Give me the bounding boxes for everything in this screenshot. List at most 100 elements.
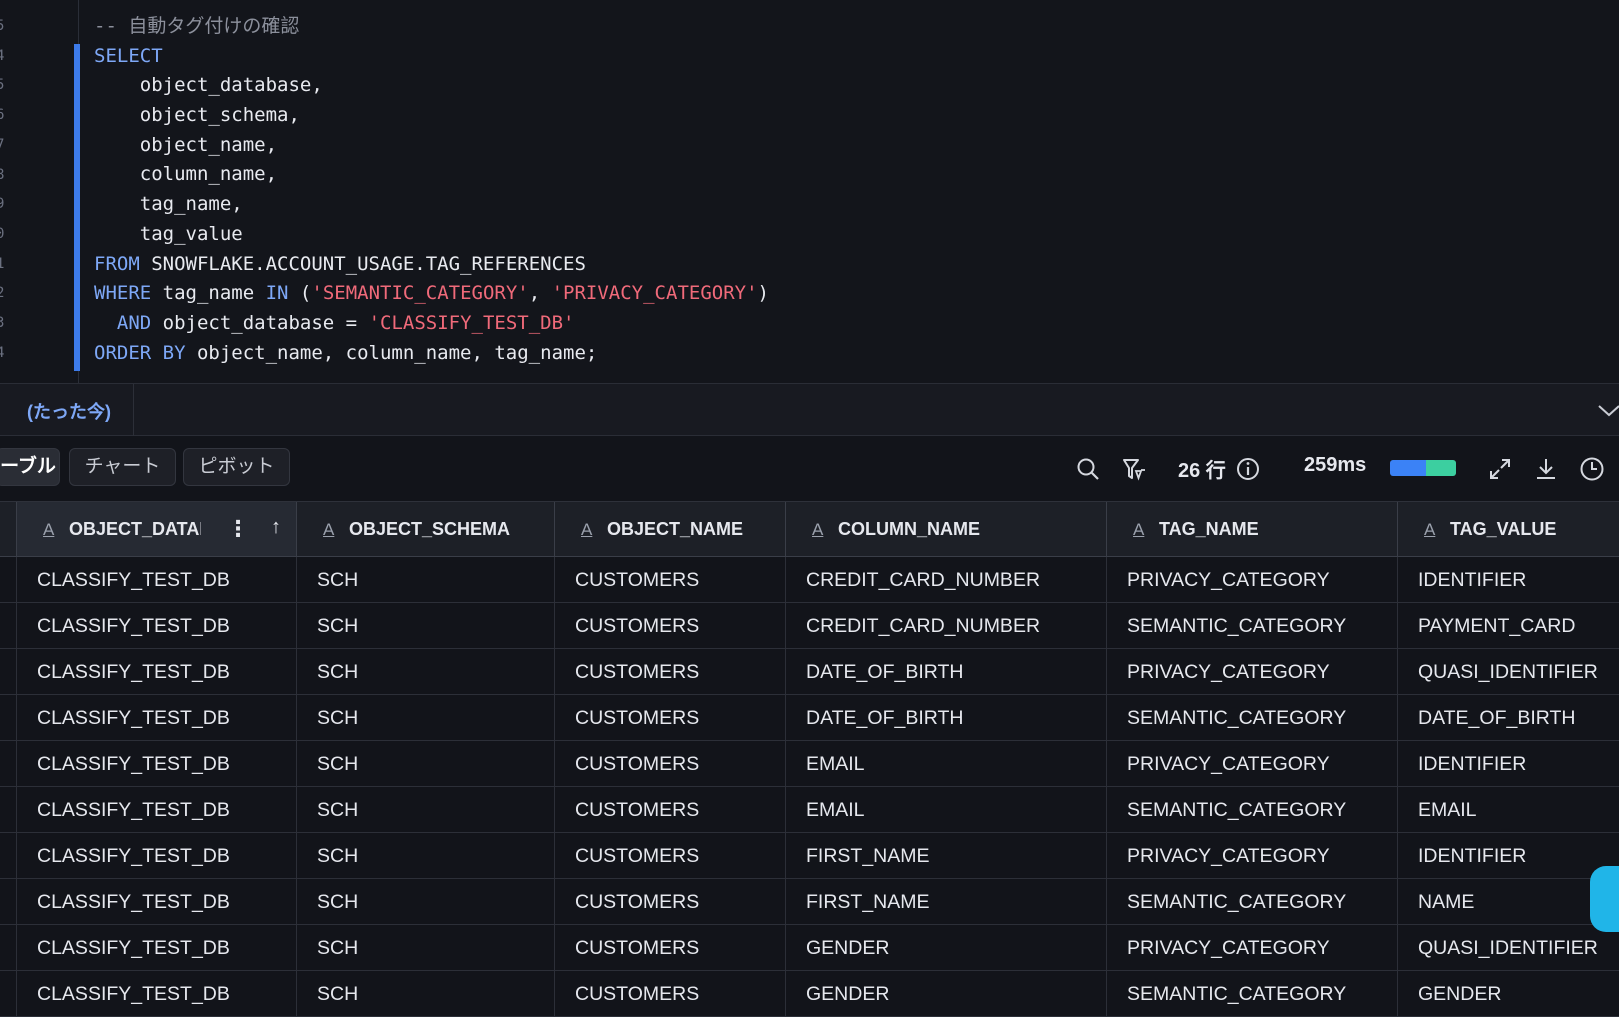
table-row[interactable]: CLASSIFY_TEST_DB SCH CUSTOMERS FIRST_NAME PR…: [0, 833, 1619, 879]
table-cell[interactable]: CLASSIFY_TEST_DB: [17, 833, 297, 879]
table-cell[interactable]: CLASSIFY_TEST_DB: [17, 603, 297, 649]
table-row[interactable]: CLASSIFY_TEST_DB SCH CUSTOMERS CREDIT_CARD_…: [0, 603, 1619, 649]
table-cell[interactable]: PRIVACY_CATEGORY: [1107, 833, 1398, 879]
search-icon[interactable]: [1075, 456, 1101, 482]
table-cell[interactable]: CUSTOMERS: [555, 649, 786, 695]
table-cell[interactable]: GENDER: [786, 971, 1107, 1017]
table-cell[interactable]: SEMANTIC_CATEGORY: [1107, 971, 1398, 1017]
table-row[interactable]: CLASSIFY_TEST_DB SCH CUSTOMERS EMAIL PRIVACY…: [0, 741, 1619, 787]
table-row[interactable]: CLASSIFY_TEST_DB SCH CUSTOMERS CREDIT_CARD_…: [0, 557, 1619, 603]
sql-text: object_database =: [151, 311, 369, 334]
table-cell[interactable]: SCH: [297, 695, 555, 741]
assistant-fab-button[interactable]: [1590, 866, 1619, 932]
history-tab-label: (たった今): [27, 402, 111, 422]
table-cell[interactable]: EMAIL: [786, 741, 1107, 787]
table-cell[interactable]: QUASI_IDENTIFIER: [1398, 649, 1619, 695]
table-cell[interactable]: GENDER: [786, 925, 1107, 971]
table-cell[interactable]: CLASSIFY_TEST_DB: [17, 695, 297, 741]
tab-chart-label: チャート: [84, 456, 161, 477]
table-cell[interactable]: PRIVACY_CATEGORY: [1107, 557, 1398, 603]
table-cell[interactable]: CLASSIFY_TEST_DB: [17, 879, 297, 925]
table-cell[interactable]: CLASSIFY_TEST_DB: [17, 741, 297, 787]
table-cell[interactable]: SCH: [297, 833, 555, 879]
table-cell[interactable]: PRIVACY_CATEGORY: [1107, 649, 1398, 695]
table-cell[interactable]: DATE_OF_BIRTH: [786, 649, 1107, 695]
tab-pivot[interactable]: ピボット: [183, 448, 290, 486]
tab-chart[interactable]: チャート: [69, 448, 176, 486]
expand-icon[interactable]: [1487, 456, 1513, 482]
query-history-strip: (たった今): [0, 383, 1619, 436]
table-cell[interactable]: CLASSIFY_TEST_DB: [17, 649, 297, 695]
table-cell[interactable]: CUSTOMERS: [555, 603, 786, 649]
table-cell[interactable]: SCH: [297, 603, 555, 649]
table-cell[interactable]: CUSTOMERS: [555, 971, 786, 1017]
column-header-object-schema[interactable]: A OBJECT_SCHEMA: [297, 502, 555, 556]
row-stub: [0, 925, 17, 971]
table-cell[interactable]: SCH: [297, 787, 555, 833]
table-cell[interactable]: IDENTIFIER: [1398, 557, 1619, 603]
table-cell[interactable]: FIRST_NAME: [786, 833, 1107, 879]
table-cell[interactable]: CUSTOMERS: [555, 833, 786, 879]
column-header-object-name[interactable]: A OBJECT_NAME: [555, 502, 786, 556]
table-cell[interactable]: CUSTOMERS: [555, 787, 786, 833]
table-cell[interactable]: PRIVACY_CATEGORY: [1107, 741, 1398, 787]
table-row[interactable]: CLASSIFY_TEST_DB SCH CUSTOMERS EMAIL SEMANTI…: [0, 787, 1619, 833]
table-cell[interactable]: GENDER: [1398, 971, 1619, 1017]
table-cell[interactable]: QUASI_IDENTIFIER: [1398, 925, 1619, 971]
column-header-tag-name[interactable]: A TAG_NAME: [1107, 502, 1398, 556]
table-row[interactable]: CLASSIFY_TEST_DB SCH CUSTOMERS DATE_OF_BIRT…: [0, 649, 1619, 695]
code-area[interactable]: -- 自動タグ付けの確認 SELECT object_database, obje…: [94, 12, 769, 368]
filter-icon[interactable]: [1121, 456, 1147, 482]
table-cell[interactable]: CLASSIFY_TEST_DB: [17, 557, 297, 603]
table-cell[interactable]: SCH: [297, 557, 555, 603]
table-cell[interactable]: NAME: [1398, 879, 1619, 925]
table-cell[interactable]: SCH: [297, 879, 555, 925]
table-cell[interactable]: CUSTOMERS: [555, 695, 786, 741]
table-cell[interactable]: SEMANTIC_CATEGORY: [1107, 695, 1398, 741]
sql-editor[interactable]: 5 4 5 6 7 8 9 0 1 2 3 4 -- 自動タグ付けの確認 SELECT object_d…: [0, 0, 1619, 383]
table-row[interactable]: CLASSIFY_TEST_DB SCH CUSTOMERS FIRST_NAME SE…: [0, 879, 1619, 925]
history-clock-icon[interactable]: [1579, 456, 1605, 482]
table-cell[interactable]: SCH: [297, 925, 555, 971]
table-cell[interactable]: CLASSIFY_TEST_DB: [17, 971, 297, 1017]
table-cell[interactable]: CUSTOMERS: [555, 925, 786, 971]
table-cell[interactable]: EMAIL: [1398, 787, 1619, 833]
sort-ascending-icon[interactable]: ↑: [271, 516, 281, 539]
table-cell[interactable]: IDENTIFIER: [1398, 741, 1619, 787]
execution-time-bar[interactable]: [1390, 460, 1456, 476]
table-cell[interactable]: EMAIL: [786, 787, 1107, 833]
table-cell[interactable]: CUSTOMERS: [555, 879, 786, 925]
code-line: SELECT: [94, 42, 769, 72]
table-cell[interactable]: SCH: [297, 649, 555, 695]
tab-table[interactable]: ーブル: [0, 448, 60, 486]
table-cell[interactable]: SEMANTIC_CATEGORY: [1107, 879, 1398, 925]
table-cell[interactable]: CLASSIFY_TEST_DB: [17, 787, 297, 833]
column-menu-icon[interactable]: ⋮: [227, 516, 249, 542]
info-icon[interactable]: [1235, 456, 1261, 482]
row-stub: [0, 833, 17, 879]
table-cell[interactable]: CUSTOMERS: [555, 557, 786, 603]
column-header-column-name[interactable]: A COLUMN_NAME: [786, 502, 1107, 556]
table-cell[interactable]: SEMANTIC_CATEGORY: [1107, 603, 1398, 649]
table-cell[interactable]: PRIVACY_CATEGORY: [1107, 925, 1398, 971]
table-cell[interactable]: SEMANTIC_CATEGORY: [1107, 787, 1398, 833]
table-cell[interactable]: CUSTOMERS: [555, 741, 786, 787]
table-cell[interactable]: FIRST_NAME: [786, 879, 1107, 925]
history-tab-latest[interactable]: (たった今): [0, 384, 134, 436]
table-cell[interactable]: CLASSIFY_TEST_DB: [17, 925, 297, 971]
table-row[interactable]: CLASSIFY_TEST_DB SCH CUSTOMERS GENDER PRIVAC…: [0, 925, 1619, 971]
download-icon[interactable]: [1533, 456, 1559, 482]
table-cell[interactable]: DATE_OF_BIRTH: [1398, 695, 1619, 741]
table-row[interactable]: CLASSIFY_TEST_DB SCH CUSTOMERS GENDER SEMANT…: [0, 971, 1619, 1017]
table-cell[interactable]: PAYMENT_CARD: [1398, 603, 1619, 649]
table-row[interactable]: CLASSIFY_TEST_DB SCH CUSTOMERS DATE_OF_BIRT…: [0, 695, 1619, 741]
table-cell[interactable]: CREDIT_CARD_NUMBER: [786, 557, 1107, 603]
chevron-down-icon[interactable]: [1595, 400, 1619, 420]
column-header-object-datae[interactable]: A OBJECT_DATAE ⋮ ↑: [17, 502, 297, 556]
table-cell[interactable]: IDENTIFIER: [1398, 833, 1619, 879]
column-header-tag-value[interactable]: A TAG_VALUE: [1398, 502, 1619, 556]
table-cell[interactable]: SCH: [297, 741, 555, 787]
table-cell[interactable]: CREDIT_CARD_NUMBER: [786, 603, 1107, 649]
table-cell[interactable]: DATE_OF_BIRTH: [786, 695, 1107, 741]
table-cell[interactable]: SCH: [297, 971, 555, 1017]
